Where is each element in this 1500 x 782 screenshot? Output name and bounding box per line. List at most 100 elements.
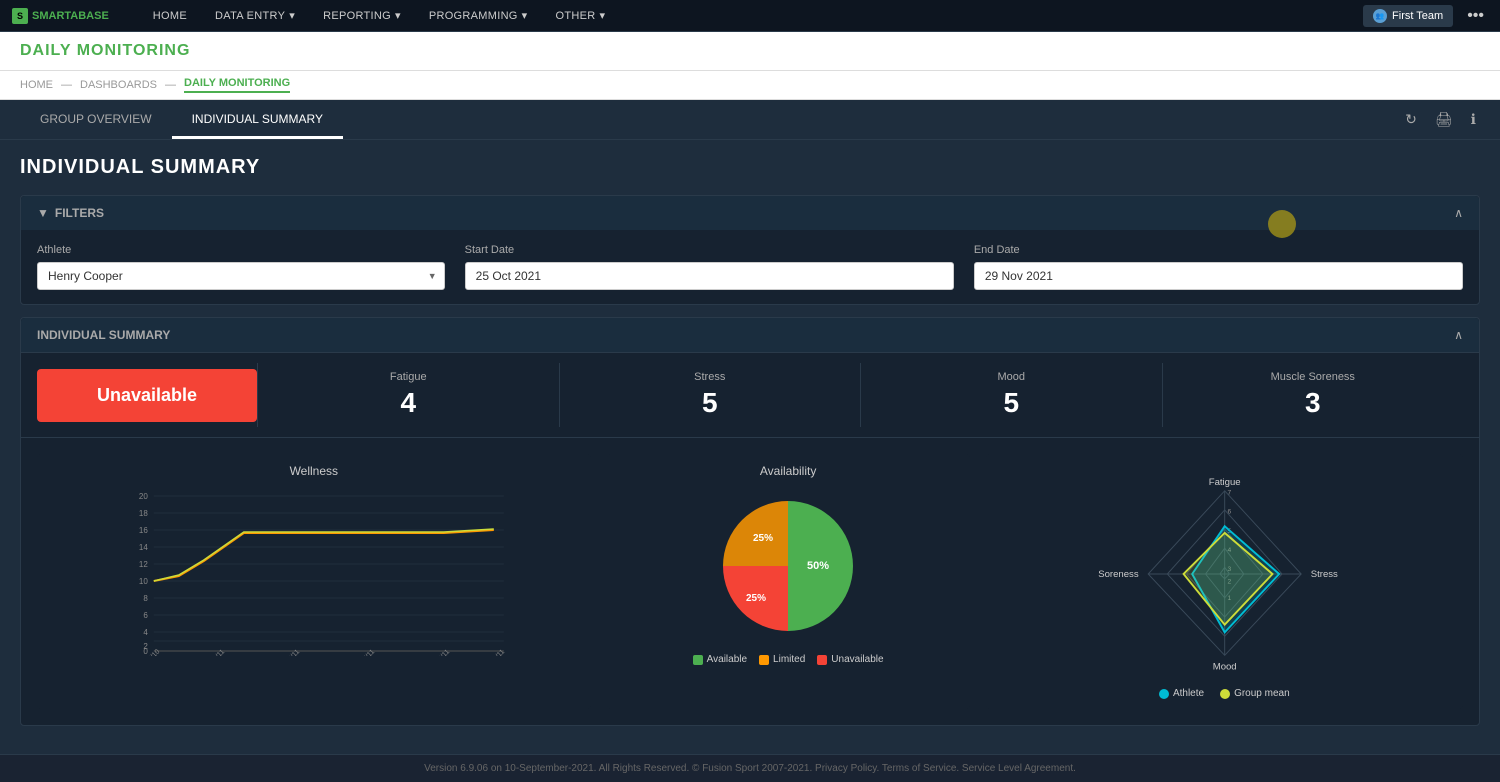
athlete-legend-dot — [1159, 689, 1169, 699]
muscle-soreness-metric: Muscle Soreness 3 — [1162, 363, 1464, 427]
metrics-row: Unavailable Fatigue 4 Stress 5 Mood 5 Mu… — [21, 353, 1479, 438]
tabs-right: ↻ 🖨 ℹ — [1401, 107, 1480, 132]
legend-available: Available — [693, 654, 747, 665]
filters-title: ▼ FILTERS — [37, 206, 104, 220]
athlete-label: Athlete — [37, 244, 445, 256]
stress-label: Stress — [694, 371, 725, 383]
charts-row: Wellness 20 — [21, 438, 1479, 725]
start-date-label: Start Date — [465, 244, 954, 256]
availability-pie-area: 50% 25% 25% Available Limited — [617, 486, 960, 665]
breadcrumb-home[interactable]: HOME — [20, 79, 53, 91]
stress-value: 5 — [702, 387, 718, 419]
wellness-chart-title: Wellness — [47, 464, 581, 478]
svg-text:29/11: 29/11 — [489, 648, 506, 656]
wellness-chart-area: 20 18 16 14 12 10 8 6 4 2 0 — [47, 486, 581, 656]
svg-text:8: 8 — [143, 594, 148, 603]
tab-group-overview[interactable]: GROUP OVERVIEW — [20, 100, 172, 139]
team-icon: 👥 — [1373, 9, 1387, 23]
svg-text:16: 16 — [139, 526, 148, 535]
unavailable-dot — [817, 655, 827, 665]
svg-text:6: 6 — [1227, 509, 1231, 516]
page-header: DAILY MONITORING — [0, 32, 1500, 71]
main-content: INDIVIDUAL SUMMARY ▼ FILTERS ∧ Athlete H… — [0, 140, 1500, 754]
availability-chart-container: Availability 50% 25% 25% — [607, 454, 970, 709]
wellness-chart-container: Wellness 20 — [37, 454, 591, 709]
tabs-container: GROUP OVERVIEW INDIVIDUAL SUMMARY ↻ 🖨 ℹ — [0, 100, 1500, 140]
svg-text:Soreness: Soreness — [1098, 569, 1139, 580]
breadcrumb-dashboards[interactable]: DASHBOARDS — [80, 79, 157, 91]
refresh-icon[interactable]: ↻ — [1401, 107, 1421, 132]
print-icon[interactable]: 🖨 — [1431, 107, 1457, 132]
nav-right: 👥 First Team ••• — [1363, 5, 1488, 27]
tab-individual-summary[interactable]: INDIVIDUAL SUMMARY — [172, 100, 343, 139]
available-dot — [693, 655, 703, 665]
svg-text:14: 14 — [139, 543, 148, 552]
svg-text:Stress: Stress — [1310, 569, 1337, 580]
summary-panel-title: INDIVIDUAL SUMMARY — [37, 328, 170, 342]
svg-text:Mood: Mood — [1212, 662, 1236, 673]
start-date-filter-group: Start Date — [465, 244, 954, 290]
svg-text:25%: 25% — [746, 593, 766, 604]
svg-text:Fatigue: Fatigue — [1208, 477, 1240, 488]
nav-items: HOME DATA ENTRY ▾ REPORTING ▾ PROGRAMMIN… — [139, 0, 1363, 32]
svg-text:15/11: 15/11 — [359, 648, 376, 656]
stress-metric: Stress 5 — [559, 363, 861, 427]
svg-text:12: 12 — [139, 560, 148, 569]
chevron-down-icon: ▾ — [395, 9, 401, 22]
legend-unavailable: Unavailable — [817, 654, 883, 665]
end-date-input[interactable] — [974, 262, 1463, 290]
radar-legend: Athlete Group mean — [996, 688, 1453, 699]
athlete-select[interactable]: Henry Cooper — [37, 262, 445, 290]
page-title: DAILY MONITORING — [20, 42, 1480, 60]
svg-text:25%: 25% — [753, 533, 773, 544]
breadcrumb-sep-2: — — [165, 79, 176, 91]
svg-text:08/11: 08/11 — [284, 648, 301, 656]
chevron-down-icon: ▾ — [600, 9, 606, 22]
top-nav: S SMARTABASE HOME DATA ENTRY ▾ REPORTING… — [0, 0, 1500, 32]
radar-chart-area: 7 6 5 4 3 2 1 Fatigue Stress Mood Sorene… — [996, 464, 1453, 684]
nav-other[interactable]: OTHER ▾ — [542, 0, 620, 32]
filters-body: Athlete Henry Cooper Start Date End Date — [21, 230, 1479, 304]
fatigue-metric: Fatigue 4 — [257, 363, 559, 427]
chevron-down-icon: ▾ — [522, 9, 528, 22]
availability-chart-title: Availability — [617, 464, 960, 478]
mood-label: Mood — [997, 371, 1025, 383]
nav-reporting[interactable]: REPORTING ▾ — [309, 0, 415, 32]
section-title: INDIVIDUAL SUMMARY — [20, 156, 1480, 179]
filters-collapse-icon[interactable]: ∧ — [1454, 206, 1463, 220]
team-button[interactable]: 👥 First Team — [1363, 5, 1453, 27]
info-icon[interactable]: ℹ — [1467, 107, 1480, 132]
fatigue-label: Fatigue — [390, 371, 427, 383]
nav-data-entry[interactable]: DATA ENTRY ▾ — [201, 0, 309, 32]
svg-text:7: 7 — [1227, 490, 1231, 497]
logo-text: SMARTABASE — [32, 10, 109, 22]
radar-legend-athlete: Athlete — [1159, 688, 1204, 699]
more-options-button[interactable]: ••• — [1463, 7, 1488, 25]
svg-text:50%: 50% — [807, 560, 829, 572]
summary-panel: INDIVIDUAL SUMMARY ∧ Unavailable Fatigue… — [20, 317, 1480, 726]
nav-home[interactable]: HOME — [139, 0, 201, 32]
fatigue-value: 4 — [400, 387, 416, 419]
svg-text:4: 4 — [143, 628, 148, 637]
nav-programming[interactable]: PROGRAMMING ▾ — [415, 0, 542, 32]
footer: Version 6.9.06 on 10-September-2021. All… — [0, 754, 1500, 782]
legend-limited: Limited — [759, 654, 805, 665]
muscle-soreness-label: Muscle Soreness — [1271, 371, 1355, 383]
summary-collapse-icon[interactable]: ∧ — [1454, 328, 1463, 342]
end-date-label: End Date — [974, 244, 1463, 256]
filters-panel: ▼ FILTERS ∧ Athlete Henry Cooper Start D… — [20, 195, 1480, 305]
unavailable-button[interactable]: Unavailable — [37, 369, 257, 422]
svg-text:18: 18 — [139, 509, 148, 518]
mood-value: 5 — [1003, 387, 1019, 419]
svg-text:0: 0 — [143, 647, 148, 656]
start-date-input[interactable] — [465, 262, 954, 290]
end-date-filter-group: End Date — [974, 244, 1463, 290]
filter-icon: ▼ — [37, 206, 49, 220]
radar-chart-container: 7 6 5 4 3 2 1 Fatigue Stress Mood Sorene… — [986, 454, 1463, 709]
svg-text:01/11: 01/11 — [209, 648, 226, 656]
muscle-soreness-value: 3 — [1305, 387, 1321, 419]
filters-header: ▼ FILTERS ∧ — [21, 196, 1479, 230]
athlete-select-wrapper: Henry Cooper — [37, 262, 445, 290]
pie-legend: Available Limited Unavailable — [693, 654, 884, 665]
radar-legend-group: Group mean — [1220, 688, 1290, 699]
